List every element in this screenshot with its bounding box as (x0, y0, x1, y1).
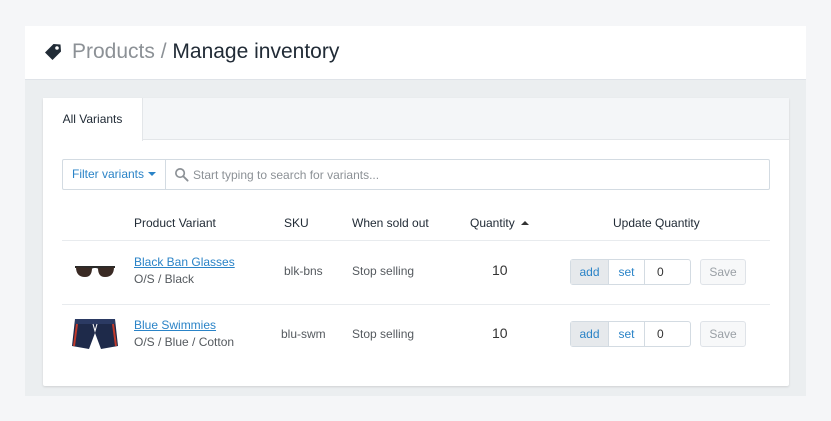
variant-options: O/S / Black (134, 272, 195, 286)
quantity-value: 10 (492, 325, 508, 341)
search-icon (175, 168, 189, 182)
quantity-input[interactable] (646, 322, 690, 346)
quantity-update-control: add set (570, 259, 691, 285)
filter-bar: Filter variants (62, 159, 770, 190)
variant-sku: blk-bns (284, 264, 323, 278)
table-row: Blue Swimmies O/S / Blue / Cotton blu-sw… (43, 305, 789, 368)
page-title-text: Manage inventory (172, 40, 340, 63)
app-frame: Products / Manage inventory All Variants… (25, 26, 806, 396)
save-button[interactable]: Save (700, 259, 746, 285)
save-button[interactable]: Save (700, 321, 746, 347)
when-sold-out-value: Stop selling (352, 327, 415, 341)
quantity-input[interactable] (646, 260, 690, 284)
sort-ascending-icon (520, 220, 529, 225)
search-input[interactable] (193, 162, 763, 187)
set-mode-button[interactable]: set (609, 322, 645, 346)
column-header-product-variant[interactable]: Product Variant (134, 215, 216, 231)
column-header-when-sold-out[interactable]: When sold out (352, 215, 429, 231)
page-title: Products / Manage inventory (72, 39, 339, 65)
tab-all-variants[interactable]: All Variants (43, 98, 143, 141)
inventory-card: All Variants Filter variants Product Var… (43, 98, 789, 386)
caret-down-icon (148, 171, 157, 176)
swim-shorts-icon (72, 319, 118, 349)
column-header-quantity[interactable]: Quantity (470, 215, 529, 231)
filter-variants-label: Filter variants (72, 167, 145, 181)
variant-link[interactable]: Black Ban Glasses (134, 255, 235, 269)
table-row: Black Ban Glasses O/S / Black blk-bns St… (43, 241, 789, 304)
breadcrumb-separator: / (154, 40, 173, 63)
tab-bar: All Variants (43, 98, 789, 141)
tag-icon (45, 44, 61, 60)
breadcrumb-products-link[interactable]: Products (72, 40, 155, 63)
variant-sku: blu-swm (281, 327, 326, 341)
quantity-value: 10 (492, 262, 508, 278)
column-header-quantity-label: Quantity (470, 216, 515, 230)
column-header-update-quantity: Update Quantity (613, 216, 700, 230)
quantity-update-control: add set (570, 321, 691, 347)
column-header-sku[interactable]: SKU (284, 215, 309, 231)
variant-link[interactable]: Blue Swimmies (134, 318, 216, 332)
filter-variants-button[interactable]: Filter variants (63, 160, 166, 189)
when-sold-out-value: Stop selling (352, 264, 415, 278)
add-mode-button[interactable]: add (571, 260, 609, 284)
page-header: Products / Manage inventory (25, 26, 806, 80)
set-mode-button[interactable]: set (609, 260, 645, 284)
variant-options: O/S / Blue / Cotton (134, 335, 235, 349)
add-mode-button[interactable]: add (571, 322, 609, 346)
sunglasses-icon (75, 266, 115, 277)
